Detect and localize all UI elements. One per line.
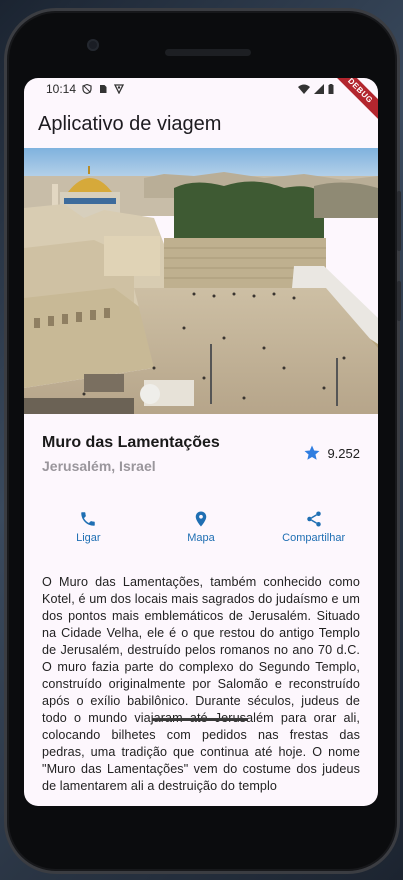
hero-image <box>24 148 378 414</box>
rating-value: 9.252 <box>327 445 360 461</box>
vpn-status-icon <box>114 84 125 94</box>
star-icon[interactable] <box>303 444 321 462</box>
power-button[interactable] <box>397 281 401 321</box>
sim-card-icon <box>100 85 107 93</box>
place-location: Jerusalém, Israel <box>42 458 156 474</box>
action-row: Ligar Mapa Compartilhar <box>24 474 378 544</box>
earpiece-speaker <box>165 49 251 56</box>
status-bar: 10:14 DEBUG <box>24 78 378 125</box>
app-bar-title: Aplicativo de viagem <box>38 112 222 135</box>
volume-button[interactable] <box>397 191 401 251</box>
battery-icon <box>328 84 334 94</box>
place-header: Muro das Lamentações Jerusalém, Israel 9… <box>24 414 378 474</box>
rating[interactable]: 9.252 <box>303 444 360 462</box>
place-description: O Muro das Lamentações, também conhecido… <box>42 575 360 793</box>
place-name: Muro das Lamentações <box>42 434 220 451</box>
call-button[interactable]: Ligar <box>38 510 138 544</box>
map-button-label: Mapa <box>187 532 215 544</box>
place-title-group: Muro das Lamentações Jerusalém, Israel <box>42 434 303 474</box>
app-screen: 10:14 DEBUG Aplicativo de viagem Muro da… <box>24 78 378 806</box>
call-button-label: Ligar <box>76 532 101 544</box>
location-pin-icon <box>195 511 207 527</box>
map-button[interactable]: Mapa <box>151 510 251 544</box>
wifi-icon <box>298 84 310 94</box>
scroll-indicator <box>152 718 248 721</box>
western-wall-photo <box>24 148 378 414</box>
cell-signal-icon <box>314 84 324 94</box>
share-button[interactable]: Compartilhar <box>264 510 364 544</box>
status-time: 10:14 <box>46 82 77 96</box>
front-camera <box>87 39 99 51</box>
phone-icon <box>81 512 96 526</box>
shield-status-icon <box>82 84 92 94</box>
app-bar: Aplicativo de viagem <box>24 100 378 148</box>
share-icon <box>306 511 321 527</box>
share-button-label: Compartilhar <box>282 532 346 544</box>
